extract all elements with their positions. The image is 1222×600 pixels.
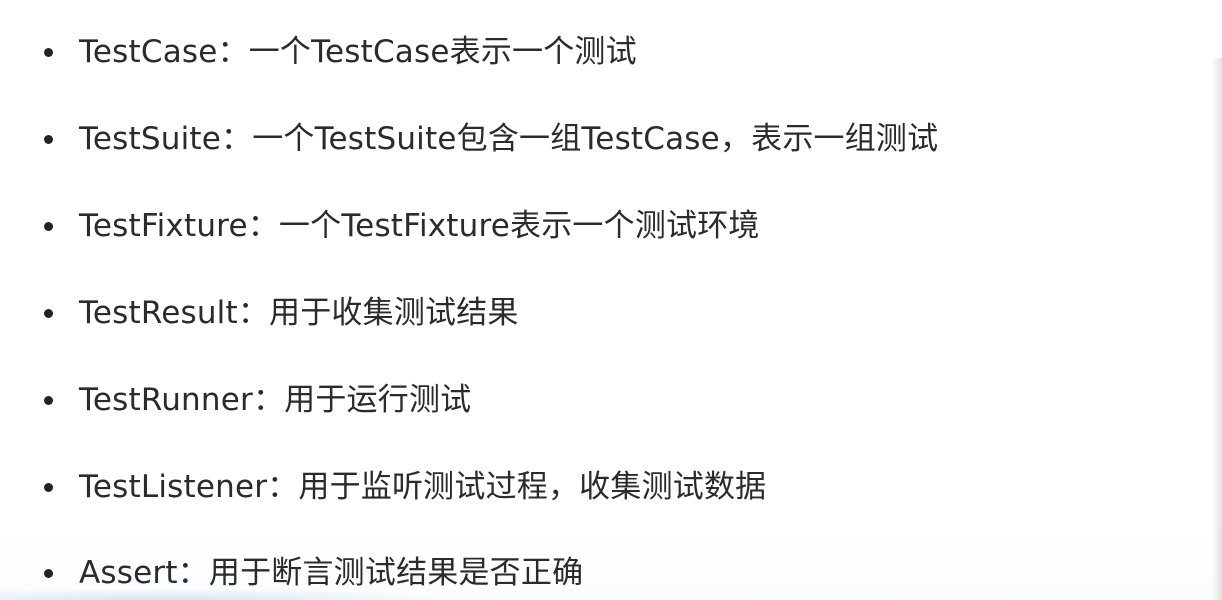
- bullet-text: TestCase：一个TestCase表示一个测试: [79, 34, 637, 70]
- list-item: Assert：用于断言测试结果是否正确: [44, 553, 583, 593]
- bottom-edge-glow: [0, 588, 460, 600]
- bullet-text: TestListener：用于监听测试过程，收集测试数据: [79, 469, 767, 505]
- bullet-icon: [44, 482, 53, 492]
- bullet-icon: [44, 308, 53, 318]
- right-edge-shadow: [1212, 58, 1222, 600]
- list-item: TestResult：用于收集测试结果: [44, 293, 519, 333]
- list-item: TestRunner：用于运行测试: [44, 380, 471, 420]
- list-item: TestFixture：一个TestFixture表示一个测试环境: [44, 206, 760, 246]
- list-item: TestCase：一个TestCase表示一个测试: [44, 32, 637, 72]
- bullet-icon: [44, 395, 53, 405]
- bullet-text: TestSuite：一个TestSuite包含一组TestCase，表示一组测试: [79, 121, 939, 157]
- bullet-icon: [44, 568, 53, 578]
- slide-canvas: TestCase：一个TestCase表示一个测试 TestSuite：一个Te…: [0, 0, 1222, 600]
- bullet-icon: [44, 134, 53, 144]
- list-item: TestListener：用于监听测试过程，收集测试数据: [44, 467, 766, 507]
- bullet-text: TestRunner：用于运行测试: [79, 382, 472, 418]
- bullet-icon: [44, 221, 53, 231]
- bullet-text: Assert：用于断言测试结果是否正确: [79, 555, 584, 591]
- bullet-text: TestFixture：一个TestFixture表示一个测试环境: [79, 208, 760, 244]
- bullet-text: TestResult：用于收集测试结果: [79, 295, 519, 331]
- bullet-icon: [44, 47, 53, 57]
- list-item: TestSuite：一个TestSuite包含一组TestCase，表示一组测试: [44, 119, 938, 159]
